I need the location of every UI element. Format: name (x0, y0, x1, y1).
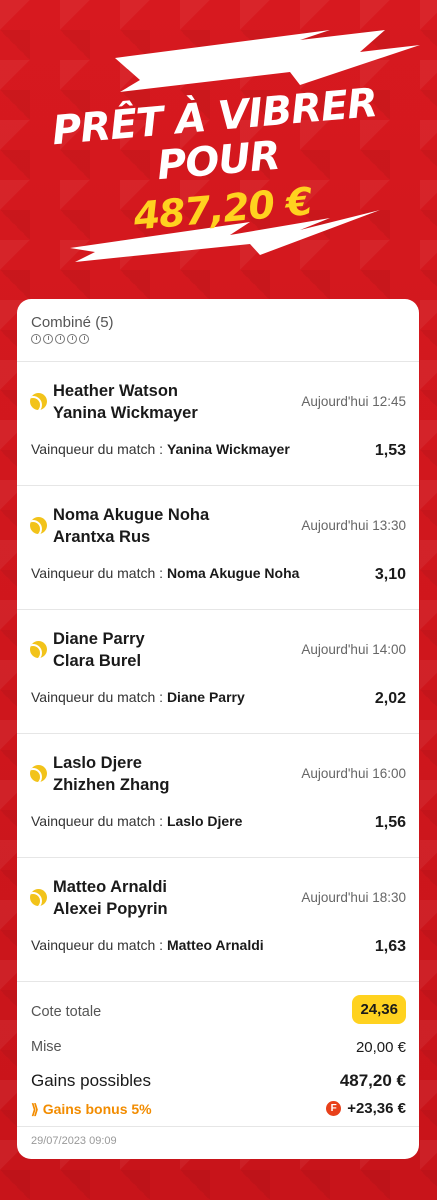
player-1: Diane Parry (53, 630, 145, 648)
tennis-ball-icon (30, 641, 47, 658)
bonus-value: +23,36 € (347, 1100, 406, 1117)
match-time: Aujourd'hui 13:30 (301, 518, 406, 533)
tennis-ball-icon (30, 889, 47, 906)
total-odds-label: Cote totale (31, 1004, 102, 1020)
market-label: Vainqueur du match : (31, 565, 164, 581)
match-status-icons (31, 334, 405, 344)
clock-icon (55, 334, 65, 344)
match-row[interactable]: Diane Parry Clara Burel Aujourd'hui 14:0… (17, 610, 419, 734)
gains-row: Gains possibles 487,20 € (31, 1058, 406, 1090)
match-time: Aujourd'hui 18:30 (301, 890, 406, 905)
bet-slip-header: Combiné (5) (17, 299, 419, 362)
match-players: Noma Akugue Noha Arantxa Rus (53, 504, 209, 548)
bonus-label: Gains bonus 5% (42, 1101, 152, 1117)
match-time: Aujourd'hui 14:00 (301, 642, 406, 657)
total-odds-badge: 24,36 (352, 995, 406, 1024)
bet-timestamp: 29/07/2023 09:09 (31, 1135, 117, 1147)
total-odds-row: Cote totale 24,36 (31, 982, 406, 1026)
market-selection: Vainqueur du match : Laslo Djere (31, 813, 242, 829)
brand-f-icon: F (326, 1101, 342, 1116)
market-label: Vainqueur du match : (31, 813, 164, 829)
player-2: Yanina Wickmayer (53, 404, 198, 422)
bonus-label-group: ⟫ Gains bonus 5% (31, 1101, 152, 1118)
chevrons-icon: ⟫ (31, 1101, 43, 1117)
player-1: Heather Watson (53, 382, 178, 400)
player-2: Arantxa Rus (53, 528, 151, 546)
promo-banner: PRÊT À VIBRER POUR 487,20 € (0, 0, 437, 300)
player-2: Clara Burel (53, 652, 142, 670)
market-selection: Vainqueur du match : Noma Akugue Noha (31, 565, 299, 581)
bet-type-title: Combiné (5) (31, 314, 114, 331)
stake-value: 20,00 € (355, 1039, 406, 1056)
tennis-ball-icon (30, 393, 47, 410)
market-label: Vainqueur du match : (31, 937, 164, 953)
market-label: Vainqueur du match : (31, 689, 164, 705)
match-row[interactable]: Laslo Djere Zhizhen Zhang Aujourd'hui 16… (17, 734, 419, 858)
match-players: Laslo Djere Zhizhen Zhang (53, 752, 169, 796)
bet-summary: Cote totale 24,36 Mise 20,00 € Gains pos… (17, 982, 419, 1122)
match-players: Matteo Arnaldi Alexei Popyrin (53, 876, 168, 920)
market-selection: Vainqueur du match : Yanina Wickmayer (31, 441, 290, 457)
bonus-row: ⟫ Gains bonus 5% F +23,36 € (31, 1090, 406, 1122)
player-1: Matteo Arnaldi (53, 878, 167, 896)
selection-odd: 3,10 (374, 566, 406, 583)
selection-odd: 1,56 (374, 814, 406, 831)
player-2: Zhizhen Zhang (53, 776, 170, 794)
selection-odd: 2,02 (374, 690, 406, 707)
match-row[interactable]: Heather Watson Yanina Wickmayer Aujourd'… (17, 362, 419, 486)
stake-label: Mise (31, 1039, 62, 1055)
player-2: Alexei Popyrin (53, 900, 168, 918)
match-players: Diane Parry Clara Burel (53, 628, 145, 672)
match-time: Aujourd'hui 12:45 (301, 394, 406, 409)
selection-name: Matteo Arnaldi (166, 937, 264, 953)
gains-value: 487,20 € (339, 1071, 406, 1090)
bet-slip-card[interactable]: Combiné (5) Heather Watson Yanina Wickma… (17, 299, 419, 1159)
match-time: Aujourd'hui 16:00 (301, 766, 406, 781)
selection-name: Yanina Wickmayer (166, 441, 290, 457)
selection-name: Diane Parry (166, 689, 245, 705)
player-1: Laslo Djere (53, 754, 142, 772)
clock-icon (67, 334, 77, 344)
clock-icon (31, 334, 41, 344)
selection-name: Laslo Djere (166, 813, 243, 829)
match-players: Heather Watson Yanina Wickmayer (53, 380, 198, 424)
market-selection: Vainqueur du match : Matteo Arnaldi (31, 937, 264, 953)
match-row[interactable]: Matteo Arnaldi Alexei Popyrin Aujourd'hu… (17, 858, 419, 982)
clock-icon (79, 334, 89, 344)
bonus-value-group: F +23,36 € (326, 1100, 406, 1117)
divider (17, 1126, 419, 1127)
stake-row: Mise 20,00 € (31, 1026, 406, 1058)
tennis-ball-icon (30, 765, 47, 782)
clock-icon (43, 334, 53, 344)
player-1: Noma Akugue Noha (53, 506, 210, 524)
tennis-ball-icon (30, 517, 47, 534)
market-selection: Vainqueur du match : Diane Parry (31, 689, 245, 705)
selection-odd: 1,53 (374, 442, 406, 459)
selection-odd: 1,63 (374, 938, 406, 955)
gains-label: Gains possibles (31, 1071, 152, 1090)
match-row[interactable]: Noma Akugue Noha Arantxa Rus Aujourd'hui… (17, 486, 419, 610)
market-label: Vainqueur du match : (31, 441, 164, 457)
selection-name: Noma Akugue Noha (166, 565, 300, 581)
